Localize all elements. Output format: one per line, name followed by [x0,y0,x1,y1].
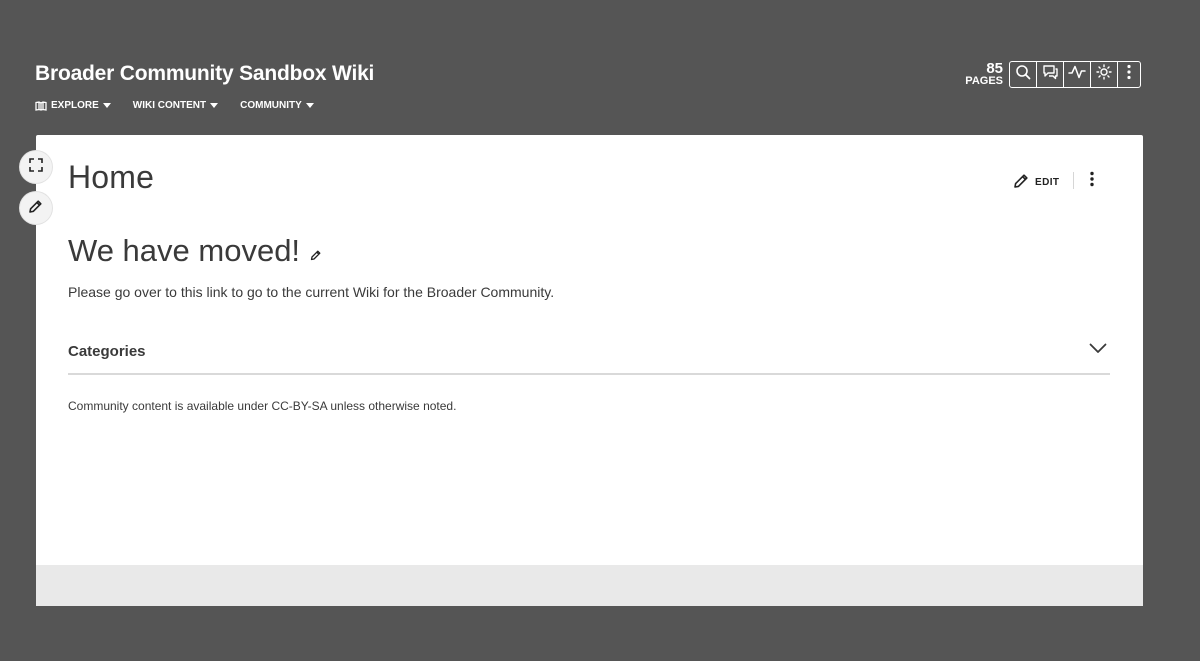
section-heading: We have moved! [68,233,322,269]
edit-label: EDIT [1035,177,1060,188]
side-edit-button[interactable] [20,192,52,224]
license-notice: Community content is available under CC-… [68,399,456,413]
nav-community[interactable]: COMMUNITY [240,100,314,111]
recent-activity-button[interactable] [1063,61,1091,88]
pencil-icon [28,198,44,219]
pencil-icon [1012,172,1030,193]
categories-section[interactable]: Categories [68,339,1110,375]
nav-wiki-content-label: WIKI CONTENT [132,100,207,111]
activity-icon [1068,65,1086,84]
license-text-before: Community content is available under [68,399,272,413]
nav-explore[interactable]: EXPLORE [35,100,111,111]
discussions-button[interactable] [1036,61,1064,88]
pages-count-number: 85 [986,60,1003,77]
paragraph-text-before: Please go over to [68,284,181,300]
toolbar-divider [1073,172,1074,189]
wiki-navigation: EXPLORE WIKI CONTENT COMMUNITY [35,100,336,111]
chevron-down-icon[interactable] [1089,343,1107,354]
search-button[interactable] [1009,61,1037,88]
chevron-down-icon [305,103,314,108]
nav-community-label: COMMUNITY [240,100,302,111]
section-heading-text: We have moved! [68,233,301,268]
moved-wiki-link[interactable]: this link [181,284,228,300]
more-vertical-icon [1090,171,1094,192]
edit-section-icon[interactable] [310,249,322,261]
more-vertical-icon [1127,64,1131,85]
explore-icon [35,100,47,111]
more-tools-button[interactable] [1117,61,1141,88]
theme-toggle-button[interactable] [1090,61,1118,88]
paragraph-text-after: to go to the current Wiki for the Broade… [227,284,555,300]
discussions-icon [1042,64,1059,85]
expand-content-button[interactable] [20,151,52,183]
pages-count-label: PAGES [965,75,1003,87]
edit-button[interactable]: EDIT [1012,172,1059,193]
categories-label: Categories [68,343,146,360]
wiki-tools [1009,61,1141,88]
chevron-down-icon [102,103,111,108]
license-link[interactable]: CC-BY-SA [271,399,327,413]
page-actions-button[interactable] [1084,171,1100,191]
article-content: Home EDIT We have moved! Please go over … [36,135,1143,565]
license-text-after: unless otherwise noted. [327,399,457,413]
pages-counter: 85 PAGES [955,61,1003,87]
expand-icon [28,157,44,178]
nav-wiki-content[interactable]: WIKI CONTENT [132,100,219,111]
wiki-title[interactable]: Broader Community Sandbox Wiki [35,62,374,86]
nav-explore-label: EXPLORE [51,100,99,111]
chevron-down-icon [210,103,219,108]
article-paragraph: Please go over to this link to go to the… [68,284,554,300]
page-title: Home [68,159,155,195]
theme-toggle-icon [1096,64,1112,85]
search-icon [1015,64,1031,85]
content-footer [36,565,1143,606]
